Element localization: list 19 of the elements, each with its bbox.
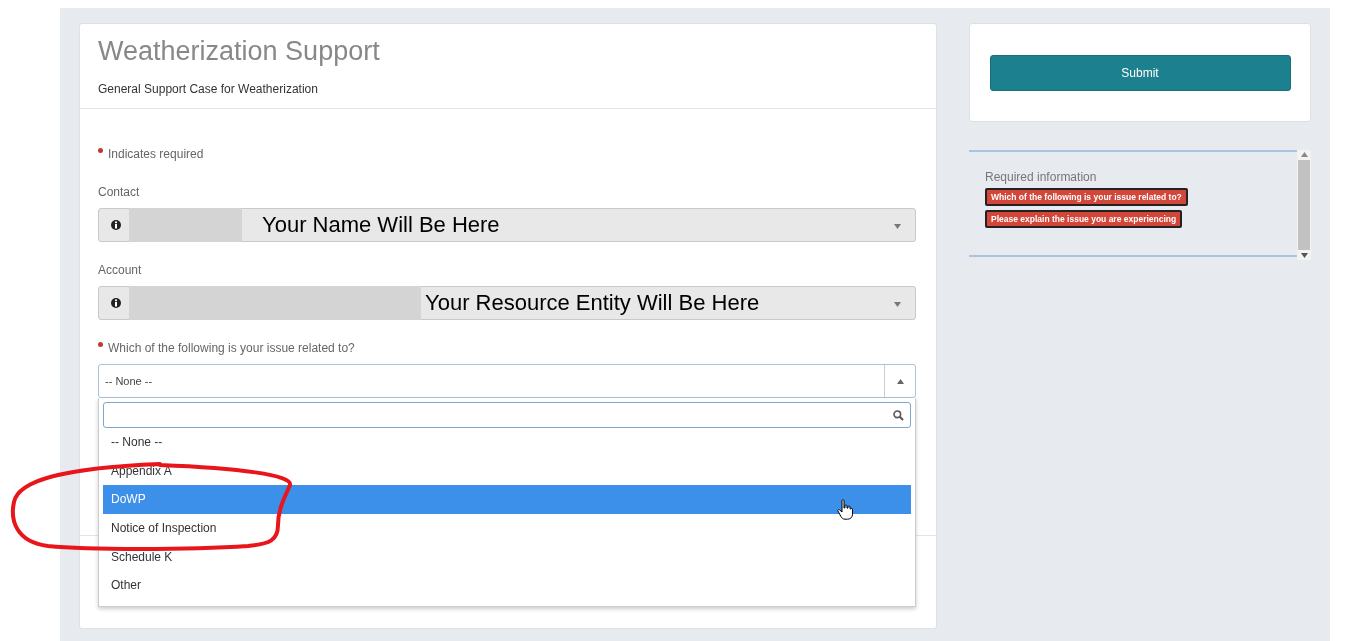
required-field-link[interactable]: Please explain the issue you are experiencing <box>985 210 1183 228</box>
lookup-field[interactable]: Your Name Will Be Here <box>98 208 916 242</box>
form-title: Weatherization Support <box>98 36 381 67</box>
field-label: Account <box>98 263 142 277</box>
field-label: Which of the following is your issue related to? <box>108 341 355 355</box>
dropdown-option[interactable]: Other <box>103 570 911 600</box>
form-subtitle: General Support Case for Weatherization <box>98 82 319 96</box>
dropdown-option[interactable]: Schedule K <box>103 542 911 571</box>
required-field-link[interactable]: Which of the following is your issue related to? <box>985 188 1188 206</box>
field-value: Your Resource Entity Will Be Here <box>425 290 760 316</box>
field-value: Your Name Will Be Here <box>262 212 500 238</box>
field-label: Contact <box>98 185 140 199</box>
dropdown-option[interactable]: -- None -- <box>103 428 911 457</box>
dropdown-option[interactable]: Notice of Inspection <box>103 513 911 543</box>
required-info-heading: Required information <box>985 170 1098 184</box>
lookup-field[interactable]: Your Resource Entity Will Be Here <box>98 286 916 320</box>
submit-button[interactable]: Submit <box>989 54 1291 91</box>
dropdown-field[interactable]: -- None -- <box>98 364 916 398</box>
required-note: Indicates required <box>108 147 204 161</box>
